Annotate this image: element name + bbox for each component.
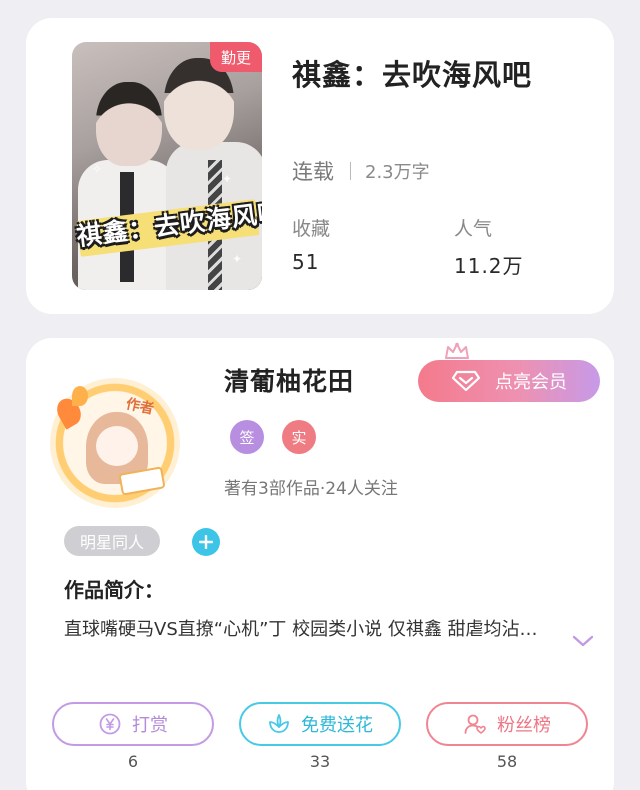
- author-info-card: 作者 清葡柚花田 点亮会员 签 实 著有3部作品·24人关注 明星同人 作品简介…: [26, 338, 614, 790]
- reward-count: 6: [127, 752, 139, 771]
- light-up-vip-button[interactable]: 点亮会员: [418, 360, 600, 402]
- fans-person-icon: [464, 714, 486, 734]
- leaf-decoration: [72, 386, 88, 406]
- favorites-value: 51: [292, 250, 320, 274]
- fans-ranking-label: 粉丝榜: [497, 715, 551, 736]
- word-count: 2.3万字: [365, 162, 430, 183]
- sparkle-icon: ✦: [222, 172, 233, 186]
- avatar-girl-face: [96, 426, 138, 466]
- author-name[interactable]: 清葡柚花田: [224, 362, 354, 398]
- reward-label: 打赏: [132, 715, 168, 736]
- serial-status: 连载: [292, 160, 334, 184]
- author-works-info: 著有3部作品·24人关注: [224, 479, 398, 499]
- plus-icon: [199, 535, 213, 549]
- send-flower-label: 免费送花: [301, 715, 373, 736]
- author-avatar[interactable]: 作者: [50, 378, 180, 508]
- crown-icon: [445, 342, 469, 359]
- popularity-value: 11.2万: [454, 254, 524, 278]
- flower-count: 33: [309, 752, 331, 771]
- book-info-card: ✦ ✧ ✦ 祺鑫：去吹海风吧 勤更 祺鑫：去吹海风吧 连载 2.3万字 收藏 5…: [26, 18, 614, 314]
- add-tag-button[interactable]: [192, 528, 220, 556]
- book-title: 祺鑫：去吹海风吧: [292, 58, 533, 92]
- book-cover-image[interactable]: ✦ ✧ ✦ 祺鑫：去吹海风吧 勤更: [72, 42, 262, 290]
- cover-face-left: [96, 82, 162, 166]
- genre-tag-chip[interactable]: 明星同人: [64, 526, 160, 556]
- favorites-label: 收藏: [292, 218, 331, 240]
- fans-ranking-button[interactable]: 粉丝榜: [426, 702, 588, 746]
- send-flower-button[interactable]: 免费送花: [239, 702, 401, 746]
- intro-heading: 作品简介：: [64, 578, 164, 602]
- intro-text[interactable]: 直球嘴硬马VS直撩“心机”丁 校园类小说 仅祺鑫 甜虐均沾…: [64, 616, 544, 643]
- reward-button[interactable]: 打赏: [52, 702, 214, 746]
- update-ribbon-badge: 勤更: [210, 42, 262, 72]
- book-status-row: 连载 2.3万字: [292, 156, 430, 186]
- chevron-down-icon[interactable]: [572, 634, 594, 648]
- yen-coin-icon: [99, 713, 121, 735]
- popularity-label: 人气: [454, 218, 493, 240]
- diamond-icon: [451, 370, 481, 392]
- vip-button-label: 点亮会员: [495, 372, 567, 393]
- signed-tag-badge: 签: [230, 420, 264, 454]
- sparkle-icon: ✧: [92, 162, 103, 176]
- flower-icon: [269, 714, 289, 733]
- sparkle-icon: ✦: [232, 252, 243, 266]
- verified-tag-badge: 实: [282, 420, 316, 454]
- divider: [350, 162, 351, 180]
- fans-count: 58: [496, 752, 518, 771]
